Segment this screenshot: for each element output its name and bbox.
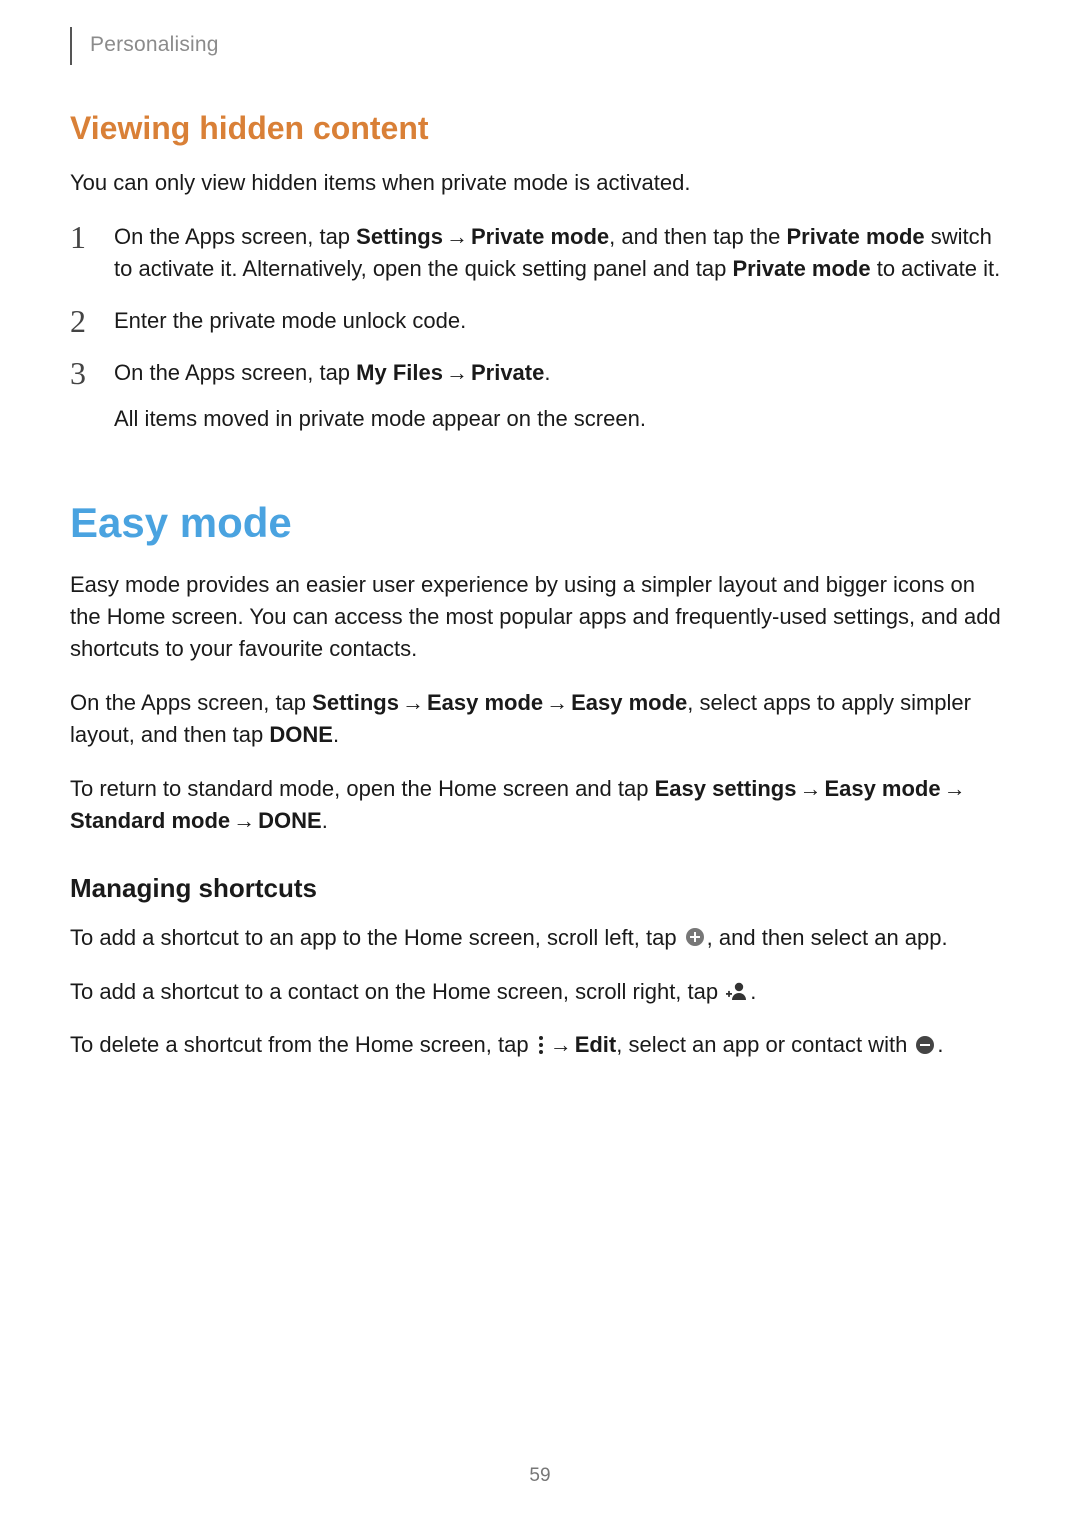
heading-managing-shortcuts: Managing shortcuts: [70, 873, 1010, 904]
text-span: To add a shortcut to a contact on the Ho…: [70, 979, 724, 1004]
bold-private: Private: [471, 360, 544, 385]
header-rule: [70, 27, 72, 65]
arrow-icon: →: [399, 687, 427, 719]
bold-easy-mode: Easy mode: [571, 690, 687, 715]
bold-done: DONE: [258, 808, 322, 833]
page-header: Personalising: [70, 33, 1010, 65]
bold-standard-mode: Standard mode: [70, 808, 230, 833]
text-span: On the Apps screen, tap: [70, 690, 312, 715]
add-contact-shortcut: To add a shortcut to a contact on the Ho…: [70, 976, 1010, 1008]
arrow-icon: →: [443, 357, 471, 389]
plus-circle-icon: [685, 927, 705, 947]
bold-settings: Settings: [312, 690, 399, 715]
list-item: 2 Enter the private mode unlock code.: [70, 305, 1010, 337]
heading-viewing-hidden-content: Viewing hidden content: [70, 110, 1010, 147]
bold-private-mode: Private mode: [732, 256, 870, 281]
arrow-icon: →: [941, 773, 969, 805]
text-span: .: [750, 979, 756, 1004]
step-body: On the Apps screen, tap Settings → Priva…: [114, 221, 1010, 285]
heading-easy-mode: Easy mode: [70, 499, 1010, 547]
text-span: , and then tap the: [609, 224, 786, 249]
add-contact-icon: [726, 981, 748, 1001]
page-number: 59: [0, 1465, 1080, 1487]
bold-my-files: My Files: [356, 360, 443, 385]
text-span: To delete a shortcut from the Home scree…: [70, 1032, 535, 1057]
step-text: On the Apps screen, tap My Files → Priva…: [114, 357, 1010, 389]
section-breadcrumb: Personalising: [90, 33, 219, 57]
arrow-icon: →: [796, 773, 824, 805]
arrow-icon: →: [230, 805, 258, 837]
text-span: .: [937, 1032, 943, 1057]
text-span: To add a shortcut to an app to the Home …: [70, 925, 683, 950]
text-span: On the Apps screen, tap: [114, 224, 356, 249]
bold-easy-settings: Easy settings: [655, 776, 797, 801]
add-app-shortcut: To add a shortcut to an app to the Home …: [70, 922, 1010, 954]
step-text-2: All items moved in private mode appear o…: [114, 403, 1010, 435]
bold-private-mode: Private mode: [471, 224, 609, 249]
step-body: Enter the private mode unlock code.: [114, 305, 1010, 337]
text-span: .: [544, 360, 550, 385]
list-item: 3 On the Apps screen, tap My Files → Pri…: [70, 357, 1010, 435]
steps-list: 1 On the Apps screen, tap Settings → Pri…: [70, 221, 1010, 435]
arrow-icon: →: [443, 221, 471, 253]
easy-mode-enable: On the Apps screen, tap Settings → Easy …: [70, 687, 1010, 751]
text-span: to activate it.: [871, 256, 1001, 281]
bold-settings: Settings: [356, 224, 443, 249]
easy-mode-return: To return to standard mode, open the Hom…: [70, 773, 1010, 837]
bold-private-mode: Private mode: [787, 224, 925, 249]
document-page: Personalising Viewing hidden content You…: [0, 0, 1080, 1527]
text-span: .: [333, 722, 339, 747]
minus-circle-icon: [915, 1035, 935, 1055]
text-span: , select an app or contact with: [616, 1032, 913, 1057]
arrow-icon: →: [543, 687, 571, 719]
delete-shortcut: To delete a shortcut from the Home scree…: [70, 1029, 1010, 1061]
step-number: 1: [70, 221, 114, 253]
step-text: On the Apps screen, tap Settings → Priva…: [114, 221, 1010, 285]
text-span: , and then select an app.: [707, 925, 948, 950]
bold-easy-mode: Easy mode: [427, 690, 543, 715]
step-body: On the Apps screen, tap My Files → Priva…: [114, 357, 1010, 435]
more-vertical-icon: [537, 1035, 545, 1055]
text-span: .: [322, 808, 328, 833]
intro-paragraph: You can only view hidden items when priv…: [70, 167, 1010, 199]
text-span: To return to standard mode, open the Hom…: [70, 776, 655, 801]
step-number: 3: [70, 357, 114, 389]
easy-mode-intro: Easy mode provides an easier user experi…: [70, 569, 1010, 665]
list-item: 1 On the Apps screen, tap Settings → Pri…: [70, 221, 1010, 285]
step-number: 2: [70, 305, 114, 337]
bold-easy-mode: Easy mode: [824, 776, 940, 801]
step-text: Enter the private mode unlock code.: [114, 305, 1010, 337]
bold-done: DONE: [269, 722, 333, 747]
arrow-icon: →: [547, 1029, 575, 1061]
text-span: On the Apps screen, tap: [114, 360, 356, 385]
bold-edit: Edit: [575, 1032, 617, 1057]
